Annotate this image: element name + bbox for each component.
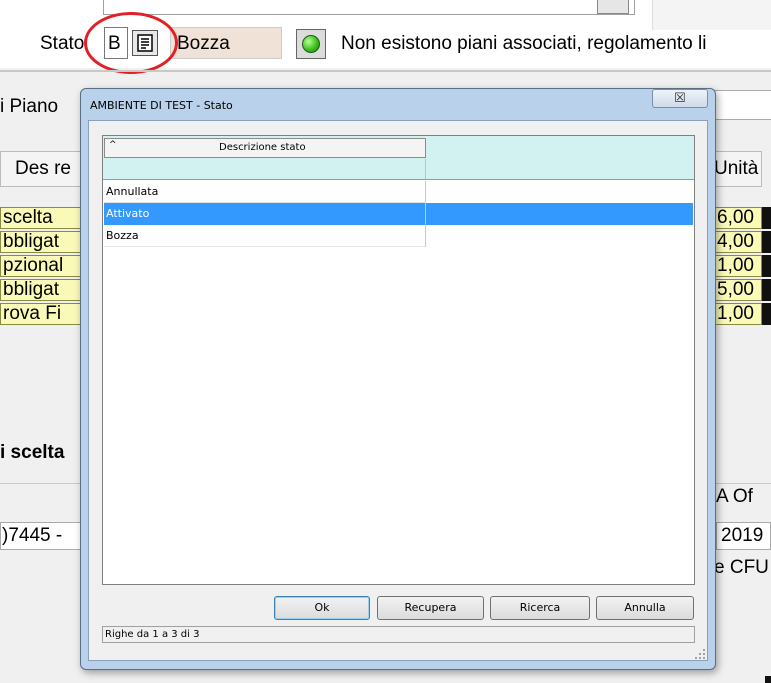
table-cell[interactable]: 4,00 (715, 231, 762, 253)
row-marker (762, 303, 771, 325)
row-marker (762, 279, 771, 301)
aof-label: A Of (716, 486, 753, 507)
ricerca-button[interactable]: Ricerca (490, 596, 590, 620)
year-field[interactable]: 2019 (716, 522, 771, 550)
column-header-descrizione[interactable]: ^ Descrizione stato (104, 138, 426, 158)
header-divider (103, 179, 694, 180)
sort-indicator-icon: ^ (109, 140, 117, 150)
filter-input[interactable] (104, 159, 426, 179)
row-label: Attivato (104, 203, 426, 225)
close-button[interactable]: ☒ (652, 89, 708, 108)
top-right-panel (652, 0, 771, 30)
ok-button[interactable]: Ok (274, 596, 370, 620)
separator (0, 70, 771, 72)
piano-label: i Piano (0, 96, 59, 117)
corner-mark (765, 676, 771, 683)
row-count-status: Righe da 1 a 3 di 3 (102, 626, 695, 643)
table-cell[interactable]: 1,00 (715, 303, 762, 325)
green-light-icon (302, 35, 320, 53)
resize-grip-icon[interactable] (694, 648, 706, 660)
highlight-circle (84, 12, 178, 74)
annulla-button[interactable]: Annulla (596, 596, 694, 620)
table-cell[interactable]: rova Fi (0, 303, 86, 325)
stato-label: Stato (40, 33, 85, 54)
dialog-title: AMBIENTE DI TEST - Stato (90, 99, 233, 112)
table-cell[interactable]: bbligat (0, 231, 86, 253)
table-cell[interactable]: bbligat (0, 279, 86, 301)
close-icon: ☒ (674, 90, 686, 105)
table-row-selected[interactable]: Attivato (104, 203, 693, 225)
cfu-label: e CFU (714, 557, 769, 578)
top-scroll-button[interactable] (597, 0, 629, 14)
status-indicator-button[interactable] (296, 29, 326, 59)
recupera-button[interactable]: Recupera (377, 596, 484, 620)
section-label: i scelta (0, 442, 65, 463)
column-header-label: Descrizione stato (219, 142, 306, 153)
unita-column-header[interactable]: Unità (709, 151, 762, 187)
row-label: Bozza (104, 225, 426, 247)
row-label: Annullata (104, 181, 426, 203)
table-cell[interactable]: 1,00 (715, 255, 762, 277)
status-message: Non esistono piani associati, regolament… (341, 33, 707, 54)
top-text-area[interactable] (103, 0, 635, 15)
table-cell[interactable]: scelta (0, 207, 86, 229)
table-row[interactable]: Bozza (104, 225, 693, 247)
table-cell[interactable]: 6,00 (715, 207, 762, 229)
stato-description-field: Bozza (170, 27, 282, 59)
table-row[interactable]: Annullata (104, 181, 693, 203)
row-marker (762, 255, 771, 277)
row-marker (762, 207, 771, 229)
code-field[interactable]: )7445 - (0, 522, 86, 550)
des-column-header[interactable]: Des re (0, 151, 86, 187)
table-cell[interactable]: pzional (0, 255, 86, 277)
row-marker (762, 231, 771, 253)
piano-field[interactable] (710, 90, 771, 120)
table-cell[interactable]: 5,00 (715, 279, 762, 301)
